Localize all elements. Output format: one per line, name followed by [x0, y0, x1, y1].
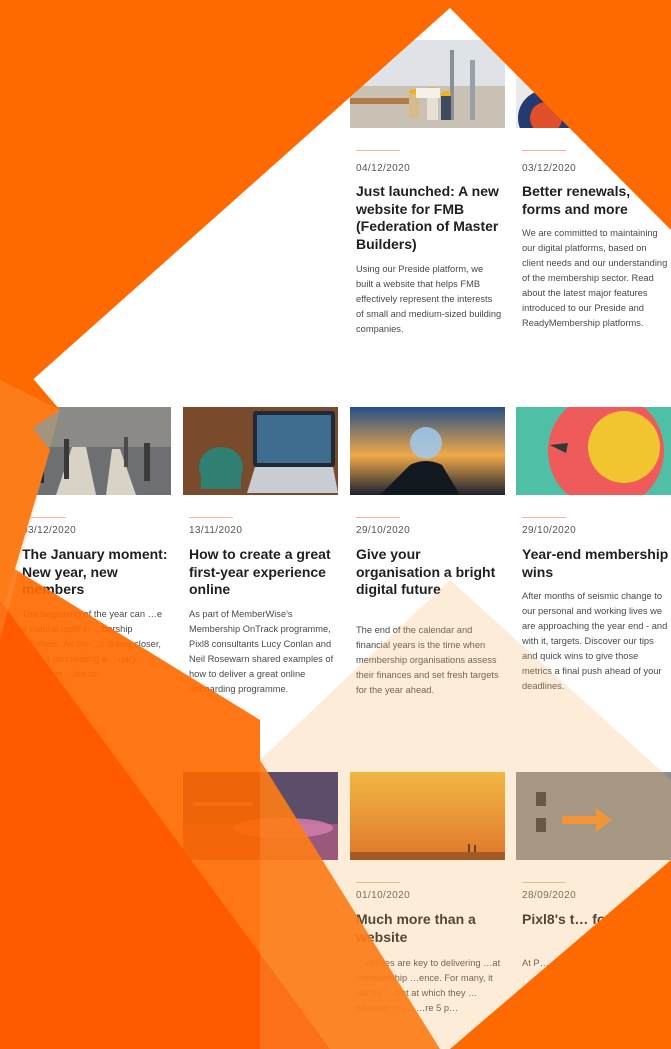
card-summary: After months of seismic change to our pe… — [522, 591, 668, 691]
news-card[interactable]: 13/11/2020 How to create a great first-y… — [183, 407, 338, 737]
card-title[interactable]: Give your organisation a bright digital … — [356, 546, 504, 599]
card-date: 13/11/2020 — [189, 525, 243, 536]
card-summary: …ebsites are key to delivering …at membe… — [356, 958, 501, 1013]
card-image — [183, 772, 338, 860]
date-rule — [356, 882, 400, 883]
card-image — [16, 40, 171, 128]
date-rule — [522, 882, 566, 883]
card-title[interactable]: Much more than a website — [356, 911, 504, 946]
card-summary: The beginning of the year can …e a natur… — [22, 609, 163, 679]
news-card[interactable]: 29/10/2020 Give your organisation a brig… — [350, 407, 505, 737]
card-date: 03/12/2020 — [22, 525, 77, 536]
news-card[interactable]: 29/10/2020 Year-end membership wins Afte… — [516, 407, 671, 737]
card-title[interactable]: How to create a great first-year experie… — [189, 546, 337, 599]
card-date: 01/10/2020 — [356, 890, 411, 901]
card-title[interactable]: …ories and … — [22, 182, 170, 200]
card-image — [350, 40, 505, 128]
news-card[interactable]: …ories and … …year comes to an end, …har… — [16, 40, 171, 370]
card-summary: Using our Preside platform, we built a w… — [356, 264, 502, 334]
card-image — [516, 407, 671, 495]
date-rule — [356, 150, 400, 151]
card-image — [350, 407, 505, 495]
news-card[interactable]: 03/12/2020 The January moment: New year,… — [16, 407, 171, 737]
card-date: 29/10/2020 — [522, 525, 577, 536]
card-summary: At P… — [522, 958, 549, 968]
card-summary: …year comes to an end, …hare our persona… — [22, 228, 156, 253]
card-title[interactable]: Better renewals, forms and more — [522, 183, 670, 218]
date-rule — [22, 517, 66, 518]
card-summary: We are committed to maintaining our digi… — [522, 228, 668, 328]
card-title[interactable]: Year-end membership wins — [522, 546, 670, 581]
card-date: 03/12/2020 — [522, 163, 577, 174]
card-image — [183, 407, 338, 495]
card-title[interactable]: The January moment: New year, new member… — [22, 546, 170, 599]
news-grid: …ories and … …year comes to an end, …har… — [0, 0, 671, 1049]
card-date: 28/09/2020 — [522, 890, 577, 901]
card-date: 04/12/2020 — [356, 163, 411, 174]
date-rule — [522, 517, 566, 518]
news-card[interactable]: 03/12/2020 Better renewals, forms and mo… — [516, 40, 671, 370]
card-image — [516, 40, 671, 128]
card-summary: The end of the calendar and financial ye… — [356, 625, 499, 695]
news-card[interactable] — [183, 772, 338, 1042]
card-date: 29/10/2020 — [356, 525, 411, 536]
card-image — [350, 772, 505, 860]
news-card[interactable]: 01/10/2020 Much more than a website …ebs… — [350, 772, 505, 1042]
card-title[interactable]: Pixl8's t… for 20… — [522, 911, 670, 929]
date-rule — [356, 517, 400, 518]
card-summary: As part of MemberWise's Membership OnTra… — [189, 609, 334, 694]
date-rule — [522, 150, 566, 151]
card-image — [516, 772, 671, 860]
card-image — [16, 407, 171, 495]
date-rule — [189, 517, 233, 518]
news-card[interactable]: 04/12/2020 Just launched: A new website … — [350, 40, 505, 370]
card-title[interactable]: Just launched: A new website for FMB (Fe… — [356, 183, 504, 253]
news-card[interactable]: 28/09/2020 Pixl8's t… for 20… At P… — [516, 772, 671, 1042]
